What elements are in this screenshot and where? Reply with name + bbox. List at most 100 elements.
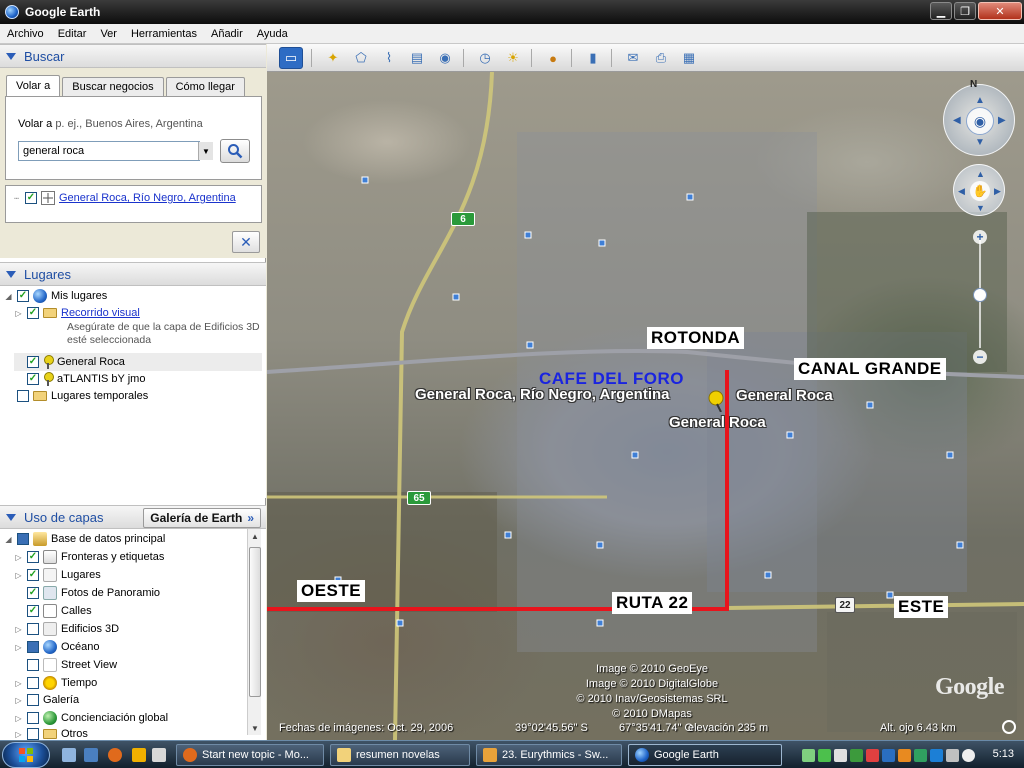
search-header[interactable]: Buscar	[0, 44, 266, 68]
expander-icon[interactable]: ◢	[4, 535, 13, 544]
eye-icon[interactable]: ◉	[966, 107, 994, 135]
tree-item-general-roca[interactable]: ✓ General Roca	[14, 353, 262, 371]
tab-como-llegar[interactable]: Cómo llegar	[165, 77, 245, 96]
tree-checkbox[interactable]	[27, 641, 39, 653]
tray-icon[interactable]	[834, 748, 847, 762]
tab-volar-a[interactable]: Volar a	[6, 75, 61, 96]
expander-icon[interactable]: ▷	[14, 679, 23, 688]
zoom-out-button[interactable]: −	[973, 350, 987, 364]
tree-checkbox[interactable]: ✓	[27, 712, 39, 724]
tray-icon[interactable]	[818, 748, 831, 762]
tree-checkbox[interactable]	[17, 533, 29, 545]
arrow-down-icon[interactable]: ▼	[975, 137, 985, 148]
maximize-button[interactable]: ❐	[954, 2, 976, 20]
tree-checkbox[interactable]: ✓	[27, 694, 39, 706]
record-tour-button[interactable]: ◉	[433, 47, 457, 69]
tray-icon[interactable]	[898, 748, 911, 762]
tree-item-recorrido-visual[interactable]: ▷ ✓ Recorrido visual	[14, 307, 140, 319]
expander-icon[interactable]: ▷	[14, 643, 23, 652]
start-button[interactable]	[2, 742, 50, 768]
zoom-in-button[interactable]: +	[973, 230, 987, 244]
expander-icon[interactable]: ◢	[4, 292, 13, 301]
place-label-general-roca[interactable]: General Roca	[736, 387, 833, 404]
zoom-knob[interactable]	[973, 288, 987, 302]
expander-icon[interactable]: ▷	[14, 730, 23, 739]
layer-item[interactable]: ▷ ✓ Concienciación global	[14, 711, 168, 725]
arrow-right-icon[interactable]: ▶	[998, 115, 1006, 126]
tree-checkbox[interactable]: ✓	[27, 373, 39, 385]
planets-icon[interactable]: ●	[541, 47, 565, 69]
search-result-link[interactable]: General Roca, Río Negro, Argentina	[59, 192, 236, 204]
tray-icon[interactable]	[930, 748, 943, 762]
layer-item[interactable]: ▷ ✓ Fronteras y etiquetas	[14, 550, 164, 564]
expander-icon[interactable]: ▷	[14, 571, 23, 580]
tree-checkbox[interactable]: ✓	[27, 623, 39, 635]
quick-launch-icon[interactable]	[152, 748, 166, 762]
tab-buscar-negocios[interactable]: Buscar negocios	[62, 77, 164, 96]
scroll-down-arrow-icon[interactable]: ▼	[248, 721, 262, 735]
expander-icon[interactable]: ▷	[14, 714, 23, 723]
tree-checkbox[interactable]: ✓	[27, 356, 39, 368]
zoom-slider[interactable]: + −	[973, 230, 987, 364]
tree-checkbox[interactable]: ✓	[27, 569, 39, 581]
places-header[interactable]: Lugares	[0, 262, 266, 286]
volume-icon[interactable]	[866, 748, 879, 762]
place-label-general-roca-full[interactable]: General Roca, Río Negro, Argentina	[415, 386, 670, 403]
tray-icon[interactable]	[914, 748, 927, 762]
menu-editar[interactable]: Editar	[51, 28, 94, 40]
taskbar-item[interactable]: 23. Eurythmics - Sw...	[476, 744, 622, 766]
firefox-icon[interactable]	[108, 748, 122, 762]
menu-ver[interactable]: Ver	[93, 28, 124, 40]
map-view[interactable]: 6 65 22 ROTONDA CANAL GRANDE CAFE DEL FO…	[267, 72, 1024, 740]
place-label-general-roca-2[interactable]: General Roca	[669, 414, 766, 431]
clear-search-button[interactable]: ✕	[232, 231, 260, 253]
tree-item-atlantis[interactable]: ✓ aTLANTIS bY jmo	[14, 372, 145, 386]
earth-gallery-button[interactable]: Galería de Earth »	[143, 508, 261, 528]
tree-checkbox[interactable]: ✓	[27, 551, 39, 563]
tree-checkbox[interactable]: ✓	[27, 659, 39, 671]
taskbar-item-active[interactable]: Google Earth	[628, 744, 782, 766]
tray-icon[interactable]	[946, 748, 959, 762]
result-checkbox[interactable]: ✓	[25, 192, 37, 204]
tray-icon[interactable]	[962, 748, 975, 762]
tree-item-mis-lugares[interactable]: ◢ ✓ Mis lugares	[4, 289, 107, 303]
sidebar-toggle-button[interactable]: ▭	[279, 47, 303, 69]
maps-view-icon[interactable]: ▦	[677, 47, 701, 69]
menu-archivo[interactable]: Archivo	[0, 28, 51, 40]
quick-launch-icon[interactable]	[132, 748, 146, 762]
hand-icon[interactable]: ✋	[970, 181, 990, 201]
layer-item[interactable]: ▷ Océano	[14, 640, 100, 654]
menu-anadir[interactable]: Añadir	[204, 28, 250, 40]
close-button[interactable]: ✕	[978, 2, 1022, 20]
pushpin-icon[interactable]	[707, 390, 727, 412]
layer-item[interactable]: ▷ ✓ Galería	[14, 694, 79, 706]
look-around-control[interactable]: N ▲ ▼ ◀ ▶ ◉	[943, 79, 1015, 156]
search-button[interactable]	[220, 139, 250, 163]
tree-item-label[interactable]: Recorrido visual	[61, 307, 140, 319]
move-control[interactable]: ▲ ▼ ◀ ▶ ✋	[953, 164, 1005, 216]
arrow-up-icon[interactable]: ▲	[976, 169, 985, 179]
arrow-left-icon[interactable]: ◀	[953, 115, 961, 126]
ruler-icon[interactable]: ▮	[581, 47, 605, 69]
network-icon[interactable]	[850, 748, 863, 762]
tree-checkbox[interactable]: ✓	[27, 587, 39, 599]
signal-icon[interactable]	[802, 748, 815, 762]
tree-checkbox[interactable]: ✓	[27, 605, 39, 617]
show-desktop-icon[interactable]	[62, 748, 76, 762]
add-path-button[interactable]: ⌇	[377, 47, 401, 69]
layer-item[interactable]: ◢ Base de datos principal	[4, 532, 165, 546]
menu-herramientas[interactable]: Herramientas	[124, 28, 204, 40]
add-placemark-button[interactable]: ✦	[321, 47, 345, 69]
tree-checkbox[interactable]: ✓	[17, 290, 29, 302]
layer-item[interactable]: ▷ ✓ Lugares	[14, 568, 101, 582]
search-result-item[interactable]: ┄ ✓ General Roca, Río Negro, Argentina	[12, 191, 236, 205]
search-input[interactable]: general roca	[18, 141, 200, 161]
taskbar-item[interactable]: Start new topic - Mo...	[176, 744, 324, 766]
add-polygon-button[interactable]: ⬠	[349, 47, 373, 69]
layers-header[interactable]: Uso de capas Galería de Earth »	[0, 505, 266, 529]
menu-ayuda[interactable]: Ayuda	[250, 28, 295, 40]
scroll-up-arrow-icon[interactable]: ▲	[248, 529, 262, 543]
tree-checkbox[interactable]: ✓	[27, 728, 39, 740]
layers-scrollbar[interactable]: ▲ ▼	[247, 529, 261, 735]
layer-item[interactable]: ✓ Calles	[14, 604, 92, 618]
